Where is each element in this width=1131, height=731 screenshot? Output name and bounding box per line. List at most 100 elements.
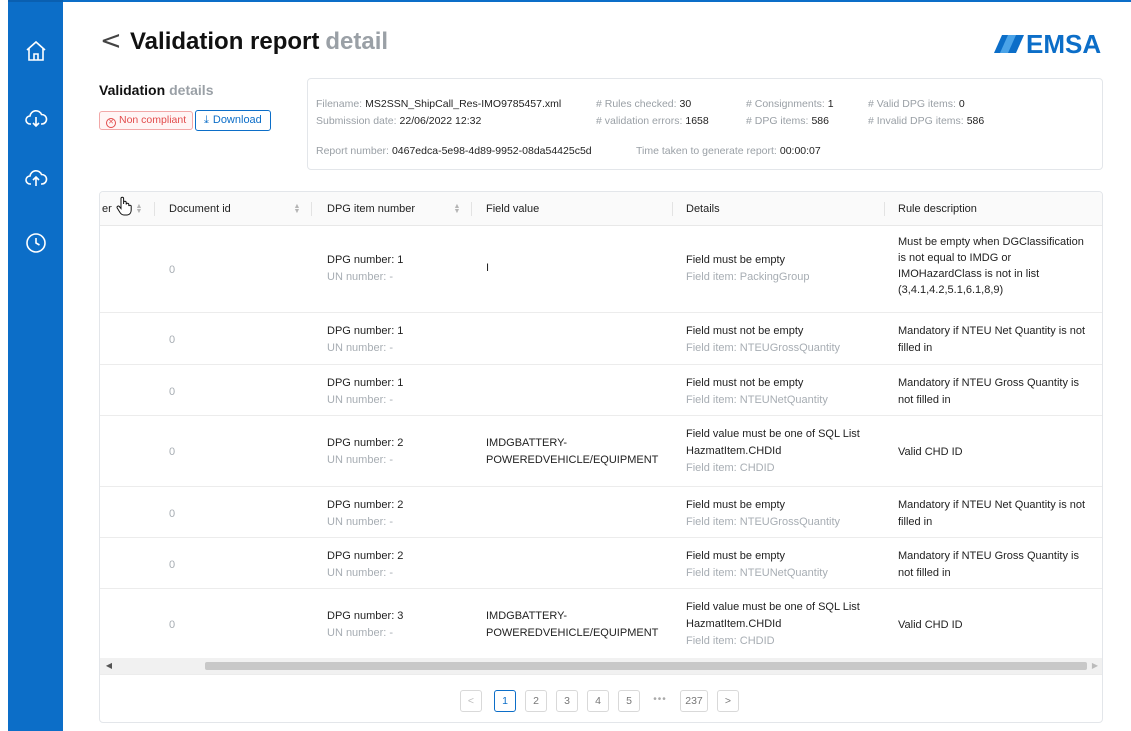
submission-date-field: Submission date: 22/06/2022 12:32 [316,115,482,127]
column-header-dpg-item-number[interactable]: DPG item number [327,192,415,226]
un-number: UN number: - [327,567,394,579]
table-row: 0 DPG number: 2 UN number: - IMDGBATTERY… [100,416,1102,487]
document-id: 0 [169,559,176,571]
logo-text: EMSA [1026,28,1102,59]
document-id: 0 [169,446,176,458]
pagination-next-button[interactable]: > [717,690,739,712]
rule-description-line: (3,4.1,4.2,5.1,6.1,8,9) [898,284,1004,296]
details-message: HazmatItem.CHDId [686,618,782,630]
hand-cursor-icon [116,196,132,216]
home-icon[interactable] [23,38,49,64]
column-divider [471,202,472,216]
invalid-dpg-field: # Invalid DPG items: 586 [868,115,985,127]
table-row: 0 DPG number: 1 UN number: - Field must … [100,313,1102,365]
horizontal-scrollbar[interactable]: ◀ ▶ [100,658,1102,674]
pagination-prev-button[interactable]: < [460,690,482,712]
dpg-number: DPG number: 2 [327,550,404,562]
validation-errors-field: # validation errors: 1658 [596,115,709,127]
dpg-number: DPG number: 1 [327,254,404,266]
details-message: Field value must be one of SQL List [686,601,860,613]
chevron-left-icon[interactable]: < [100,28,122,54]
table-row: 0 DPG number: 1 UN number: - Field must … [100,365,1102,416]
rule-description-line: Mandatory if NTEU Gross Quantity is [898,550,1079,562]
report-number-field: Report number: 0467edca-5e98-4d89-9952-08… [316,145,592,157]
details-message: Field value must be one of SQL List [686,428,860,440]
un-number: UN number: - [327,394,394,406]
filename-field: Filename: MS2SSN_ShipCall_Res-IMO9785457.… [316,98,562,110]
scroll-right-arrow-icon[interactable]: ▶ [1090,661,1100,671]
details-message: Field must not be empty [686,325,804,337]
cloud-download-icon[interactable] [23,105,49,131]
valid-dpg-field: # Valid DPG items: 0 [868,98,965,110]
sort-icon[interactable]: ▲ ▼ [293,203,301,215]
table-row: 0 DPG number: 2 UN number: - Field must … [100,538,1102,589]
rule-description-line: IMOHazardClass is not in list [898,268,1040,280]
download-icon: ⤓ [204,114,209,126]
page-button[interactable]: 3 [556,690,578,712]
rule-description-line: Mandatory if NTEU Net Quantity is not [898,325,1086,337]
document-id: 0 [169,508,176,520]
document-id: 0 [169,386,176,398]
page-button-last[interactable]: 237 [680,690,708,712]
details-message: Field must be empty [686,499,786,511]
column-divider [672,202,673,216]
pagination: < 1 2 3 4 5 ••• 237 > [100,674,1102,722]
scrollbar-thumb[interactable] [205,662,1087,670]
page-button[interactable]: 2 [525,690,547,712]
validation-table: er ▲ ▼ Document id ▲ ▼ DPG item number ▲ ▼ … [99,191,1103,723]
un-number: UN number: - [327,342,394,354]
page-button[interactable]: 1 [494,690,516,712]
field-value: POWEREDVEHICLE/EQUIPMENT [486,627,659,639]
rule-description-line: is not equal to IMDG or [898,252,1012,264]
rule-description-line: Mandatory if NTEU Gross Quantity is [898,377,1079,389]
table-header: er ▲ ▼ Document id ▲ ▼ DPG item number ▲ ▼ … [100,192,1102,226]
rule-description-line: not filled in [898,394,951,406]
rule-description-line: filled in [898,342,933,354]
sort-icon[interactable]: ▲ ▼ [135,203,143,215]
table-row: 0 DPG number: 1 UN number: - I Field mus… [100,226,1102,313]
sort-icon[interactable]: ▲ ▼ [453,203,461,215]
rule-description-line: filled in [898,516,933,528]
rule-description-line: Valid CHD ID [898,619,963,631]
consignments-field: # Consignments: 1 [746,98,834,110]
download-button[interactable]: ⤓ Download [195,110,271,131]
cloud-upload-icon[interactable] [23,165,49,191]
field-value: I [486,262,490,274]
validation-details-title: Validation details [99,82,214,98]
history-icon[interactable] [23,230,49,256]
rule-description-line: Mandatory if NTEU Net Quantity is not [898,499,1086,511]
details-field-item: Field item: CHDID [686,462,775,474]
page-button[interactable]: 4 [587,690,609,712]
details-field-item: Field item: PackingGroup [686,271,810,283]
details-field-item: Field item: NTEUNetQuantity [686,394,828,406]
pagination-ellipsis[interactable]: ••• [649,690,671,712]
dpg-number: DPG number: 2 [327,499,404,511]
page-title: Validation report detail [130,28,389,55]
scroll-left-arrow-icon[interactable]: ◀ [104,661,114,671]
emsa-logo: EMSA [994,28,1104,59]
column-header-truncated[interactable]: er [102,192,112,226]
rules-checked-field: # Rules checked: 30 [596,98,692,110]
document-id: 0 [169,264,176,276]
emsa-logo-mark-icon [994,35,1024,53]
column-header-details: Details [686,203,720,215]
table-row: 0 DPG number: 2 UN number: - Field must … [100,487,1102,538]
column-divider [311,202,312,216]
un-number: UN number: - [327,516,394,528]
table-row: 0 DPG number: 3 UN number: - IMDGBATTERY… [100,589,1102,658]
column-header-rule-description: Rule description [898,203,977,215]
rule-description-line: Must be empty when DGClassification [898,236,1084,248]
details-message: Field must be empty [686,254,786,266]
column-divider [154,202,155,216]
column-header-field-value: Field value [486,203,540,215]
page-button[interactable]: 5 [618,690,640,712]
column-header-document-id[interactable]: Document id [169,192,231,226]
un-number: UN number: - [327,454,394,466]
dpg-number: DPG number: 3 [327,610,404,622]
top-border [63,0,1131,2]
rule-description-line: Valid CHD ID [898,446,963,458]
field-value: IMDGBATTERY- [486,437,568,449]
close-circle-icon: ✕ [106,118,116,128]
status-badge: ✕ Non compliant [99,111,194,130]
dpg-items-field: # DPG items: 586 [746,115,829,127]
